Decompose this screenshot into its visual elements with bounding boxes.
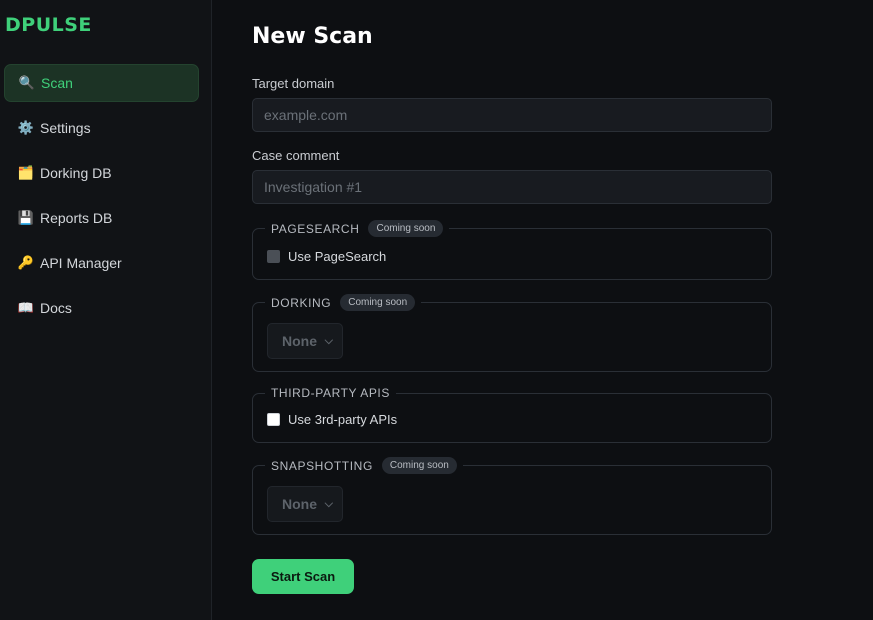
third-party-apis-legend: THIRD-PARTY APIS [265, 386, 396, 400]
snapshotting-select: None ⌵ [267, 486, 343, 522]
sidebar: DPULSE 🔍 Scan ⚙️ Settings 🗂️ Dorking DB … [0, 0, 212, 620]
third-party-apis-section: THIRD-PARTY APIS Use 3rd-party APIs [252, 386, 772, 443]
pagesearch-checkbox-row: Use PageSearch [267, 245, 757, 267]
pagesearch-checkbox [267, 249, 280, 263]
page-title: New Scan [252, 24, 373, 49]
sidebar-item-settings[interactable]: ⚙️ Settings [4, 109, 199, 147]
magnifier-icon: 🔍 [18, 75, 36, 90]
sidebar-item-label: Dorking DB [40, 165, 112, 181]
start-scan-button[interactable]: Start Scan [252, 559, 354, 594]
pagesearch-title: PAGESEARCH [271, 221, 360, 236]
sidebar-item-api-manager[interactable]: 🔑 API Manager [4, 244, 199, 282]
snapshotting-title: SNAPSHOTTING [271, 458, 373, 473]
folder-icon: 🗂️ [17, 165, 35, 180]
sidebar-item-label: Scan [41, 75, 73, 91]
pagesearch-legend: PAGESEARCH Coming soon [265, 220, 449, 237]
coming-soon-badge: Coming soon [340, 294, 416, 311]
brand-logo: DPULSE [5, 14, 92, 36]
dorking-select: None ⌵ [267, 323, 343, 359]
floppy-disk-icon: 💾 [17, 210, 35, 225]
chevron-down-icon: ⌵ [324, 497, 333, 510]
sidebar-item-scan[interactable]: 🔍 Scan [4, 64, 199, 102]
sidebar-item-label: Reports DB [40, 210, 113, 226]
sidebar-item-label: Settings [40, 120, 91, 136]
snapshotting-section: SNAPSHOTTING Coming soon None ⌵ [252, 457, 772, 535]
coming-soon-badge: Coming soon [381, 457, 457, 474]
sidebar-item-label: Docs [40, 300, 72, 316]
sidebar-item-dorking-db[interactable]: 🗂️ Dorking DB [4, 154, 199, 192]
snapshotting-legend: SNAPSHOTTING Coming soon [265, 457, 463, 474]
key-icon: 🔑 [17, 255, 35, 270]
case-comment-input[interactable] [252, 170, 772, 204]
sidebar-item-reports-db[interactable]: 💾 Reports DB [4, 199, 199, 237]
sidebar-nav: 🔍 Scan ⚙️ Settings 🗂️ Dorking DB 💾 Repor… [4, 64, 211, 327]
sidebar-item-docs[interactable]: 📖 Docs [4, 289, 199, 327]
target-domain-input[interactable] [252, 98, 772, 132]
main-content: New Scan Target domain Case comment PAGE… [212, 0, 873, 620]
pagesearch-checkbox-label: Use PageSearch [288, 248, 387, 264]
book-icon: 📖 [17, 300, 35, 315]
dorking-section: DORKING Coming soon None ⌵ [252, 294, 772, 372]
third-party-checkbox-label: Use 3rd-party APIs [288, 411, 398, 427]
coming-soon-badge: Coming soon [368, 220, 444, 237]
snapshotting-select-value: None [282, 496, 317, 512]
dorking-legend: DORKING Coming soon [265, 294, 421, 311]
third-party-apis-title: THIRD-PARTY APIS [271, 386, 390, 400]
case-comment-label: Case comment [252, 148, 340, 163]
chevron-down-icon: ⌵ [324, 334, 333, 347]
app-window: DPULSE 🔍 Scan ⚙️ Settings 🗂️ Dorking DB … [0, 0, 873, 620]
third-party-checkbox-row[interactable]: Use 3rd-party APIs [267, 408, 757, 430]
dorking-title: DORKING [271, 295, 332, 310]
sidebar-item-label: API Manager [40, 255, 122, 271]
dorking-select-value: None [282, 333, 317, 349]
gear-icon: ⚙️ [17, 120, 35, 135]
target-domain-label: Target domain [252, 76, 335, 91]
pagesearch-section: PAGESEARCH Coming soon Use PageSearch [252, 220, 772, 280]
third-party-checkbox[interactable] [267, 412, 280, 426]
